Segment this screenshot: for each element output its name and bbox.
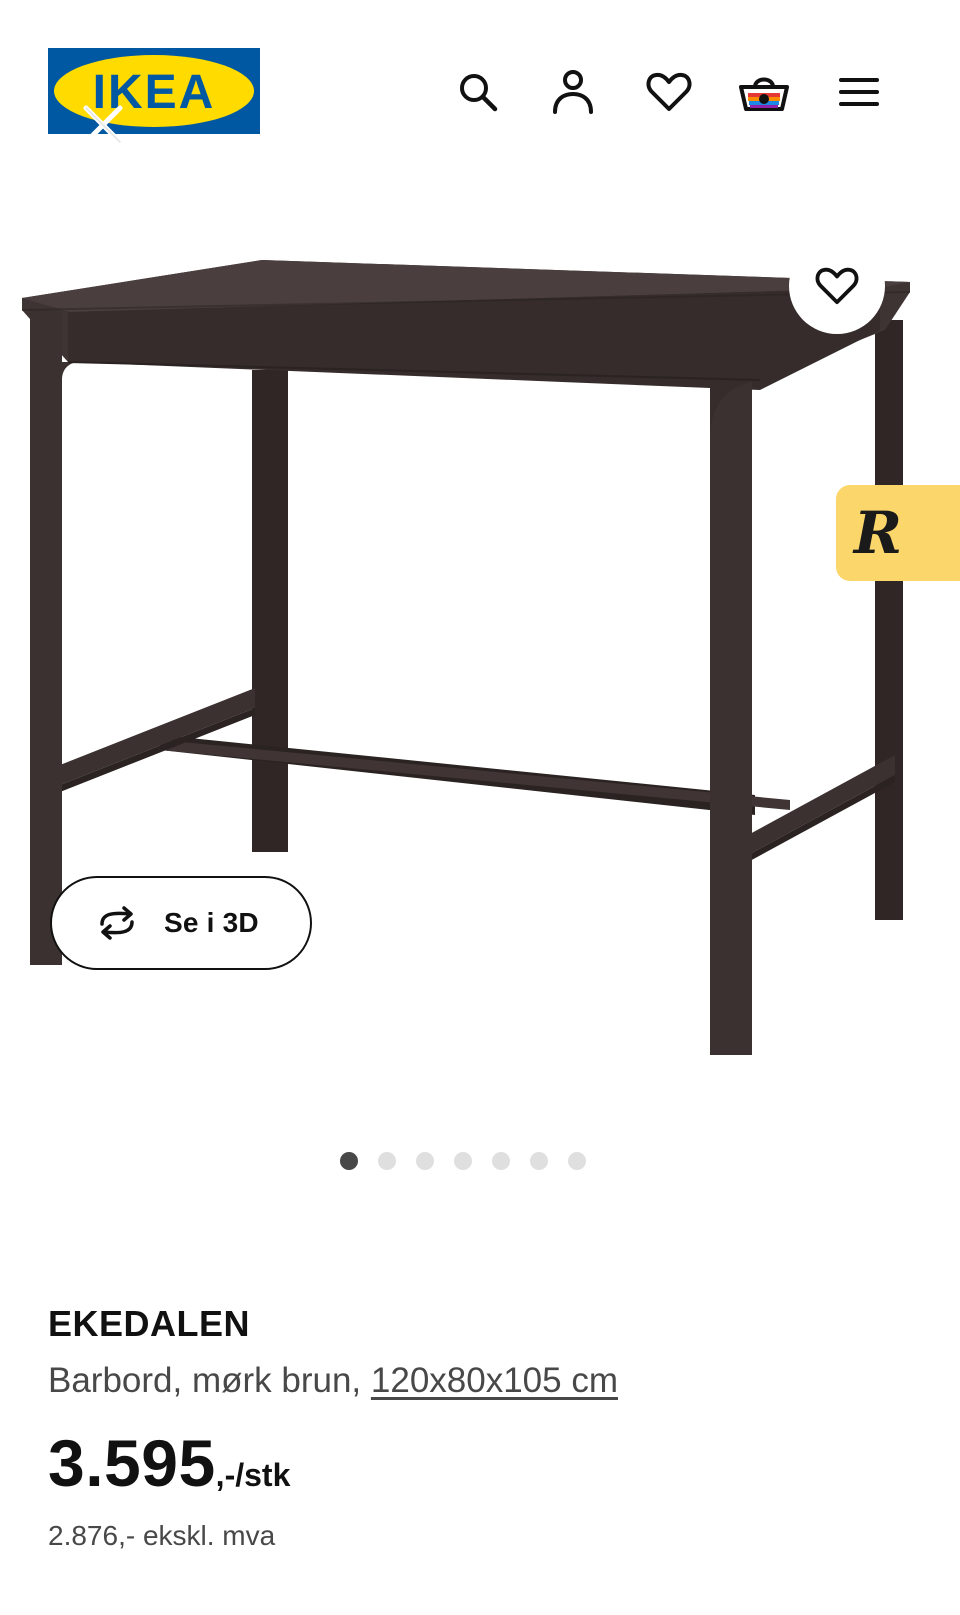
product-price: 3.595,-/stk [48,1425,290,1501]
carousel-dot[interactable] [530,1152,548,1170]
close-icon[interactable] [78,100,128,150]
carousel-dot[interactable] [454,1152,472,1170]
carousel-dots [340,1152,586,1174]
heart-icon [815,267,859,305]
carousel-dot[interactable] [340,1152,358,1170]
product-description: Barbord, mørk brun, 120x80x105 cm [48,1361,618,1401]
search-button[interactable] [452,66,504,118]
carousel-dot[interactable] [378,1152,396,1170]
heart-icon [646,72,692,111]
rotate-3d-icon [100,906,134,940]
product-name: EKEDALEN [48,1303,251,1344]
product-page: IKEA R Se i 3D EKEDALEN Barbord, mørk br… [0,0,960,1615]
price-ex-vat: 2.876,- ekskl. mva [48,1520,276,1551]
carousel-dot[interactable] [492,1152,510,1170]
cart-button[interactable] [738,66,790,118]
basket-icon [739,77,789,111]
search-icon [460,74,498,112]
carousel-dot[interactable] [568,1152,586,1170]
view-3d-label: Se i 3D [164,907,259,938]
r-tab-letter: R [853,499,903,567]
image-favourite-button[interactable] [789,238,885,334]
r-side-tab[interactable]: R [836,485,960,581]
carousel-dot[interactable] [416,1152,434,1170]
product-type-text: Barbord, mørk brun, [48,1361,371,1400]
account-button[interactable] [547,66,599,118]
view-3d-button[interactable]: Se i 3D [50,876,312,970]
product-dimensions-link[interactable]: 120x80x105 cm [371,1361,618,1400]
menu-icon [839,78,879,106]
product-image[interactable] [0,230,960,1110]
menu-button[interactable] [833,66,885,118]
account-icon [553,70,593,114]
favourites-button[interactable] [643,66,695,118]
price-suffix: ,-/stk [215,1457,291,1493]
price-main: 3.595 [48,1426,216,1500]
